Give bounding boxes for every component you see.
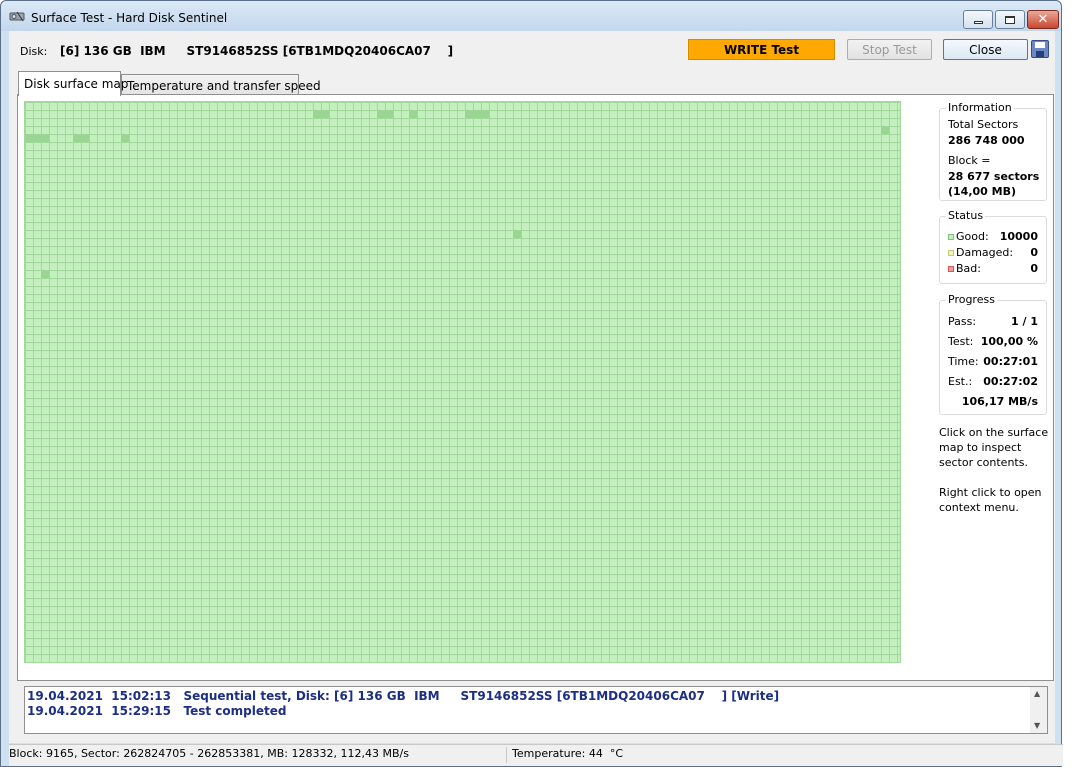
status-bad-row: Bad: 0 — [948, 262, 1038, 275]
total-sectors-label: Total Sectors — [948, 118, 1019, 131]
title-bar[interactable]: Surface Test - Hard Disk Sentinel ✕ — [1, 1, 1061, 31]
damaged-swatch-icon — [948, 250, 954, 256]
stop-test-button[interactable]: Stop Test — [847, 39, 932, 60]
status-legend: Status — [946, 209, 986, 222]
bad-value: 0 — [1030, 262, 1038, 275]
est-row: Est.: 00:27:02 — [948, 375, 1038, 388]
right-click-hint: Right click to open context menu. — [939, 486, 1042, 514]
test-label: Test: — [948, 335, 974, 348]
status-good-row: Good: 10000 — [948, 230, 1038, 243]
close-icon: ✕ — [1037, 12, 1049, 27]
client-area: Disk: [6] 136 GB IBM ST9146852SS [6TB1MD… — [9, 31, 1063, 766]
minimize-button[interactable] — [963, 10, 993, 29]
event-log[interactable]: 19.04.2021 15:02:13 Sequential test, Dis… — [24, 686, 1048, 734]
good-label: Good: — [956, 230, 989, 243]
pass-row: Pass: 1 / 1 — [948, 315, 1038, 328]
scroll-up-icon[interactable]: ▲ — [1034, 689, 1040, 698]
map-block — [25, 134, 49, 142]
disk-label: Disk: — [20, 45, 48, 58]
time-value: 00:27:01 — [983, 355, 1038, 368]
scroll-down-icon[interactable]: ▼ — [1034, 721, 1040, 730]
close-window-button[interactable]: ✕ — [1027, 10, 1059, 29]
bad-swatch-icon — [948, 266, 954, 272]
status-separator — [506, 747, 507, 763]
disk-surface-map[interactable] — [24, 101, 901, 663]
map-block — [41, 270, 49, 278]
app-disk-icon — [9, 11, 25, 22]
progress-box: Progress Pass: 1 / 1 Test: 100,00 % Time… — [939, 293, 1047, 415]
good-swatch-icon — [948, 234, 954, 240]
block-mb-value: (14,00 MB) — [948, 185, 1017, 198]
map-block — [377, 110, 393, 118]
status-damaged-row: Damaged: 0 — [948, 246, 1038, 259]
status-bar: Block: 9165, Sector: 262824705 - 2628533… — [9, 744, 1063, 766]
map-block — [73, 134, 89, 142]
window-title: Surface Test - Hard Disk Sentinel — [31, 11, 228, 25]
close-button[interactable]: Close — [943, 39, 1028, 60]
surface-click-hint: Click on the surface map to inspect sect… — [939, 426, 1049, 469]
map-block — [881, 126, 889, 134]
status-temperature: Temperature: 44 °C — [512, 747, 624, 760]
bad-label: Bad: — [956, 262, 981, 275]
tab-disk-surface-map[interactable]: Disk surface map — [18, 71, 128, 96]
damaged-label: Damaged: — [956, 246, 1014, 259]
progress-legend: Progress — [946, 293, 997, 306]
est-label: Est.: — [948, 375, 973, 388]
test-value: 100,00 % — [980, 335, 1038, 348]
information-legend: Information — [946, 101, 1014, 114]
map-block — [313, 110, 329, 118]
block-sectors-value: 28 677 sectors — [948, 170, 1040, 183]
time-label: Time: — [948, 355, 979, 368]
write-test-indicator: WRITE Test — [688, 39, 835, 60]
test-row: Test: 100,00 % — [948, 335, 1038, 348]
surface-test-window: Surface Test - Hard Disk Sentinel ✕ Disk… — [0, 0, 1063, 767]
map-block — [513, 230, 521, 238]
log-line: 19.04.2021 15:29:15 Test completed — [27, 704, 287, 718]
status-block-info: Block: 9165, Sector: 262824705 - 2628533… — [9, 747, 409, 760]
est-value: 00:27:02 — [983, 375, 1038, 388]
log-scrollbar[interactable]: ▲ ▼ — [1030, 687, 1047, 733]
good-value: 10000 — [999, 230, 1038, 243]
status-box: Status Good: 10000 Damaged: 0 Bad: 0 — [939, 209, 1047, 284]
tab-temperature-transfer-speed[interactable]: Temperature and transfer speed — [121, 74, 321, 96]
log-line: 19.04.2021 15:02:13 Sequential test, Dis… — [27, 689, 780, 703]
speed-row: 106,17 MB/s — [948, 395, 1038, 408]
speed-value: 106,17 MB/s — [961, 395, 1038, 408]
map-block — [121, 134, 129, 142]
pass-label: Pass: — [948, 315, 977, 328]
pass-value: 1 / 1 — [1011, 315, 1038, 328]
block-label: Block = — [948, 154, 991, 167]
minimize-icon — [973, 21, 983, 24]
time-row: Time: 00:27:01 — [948, 355, 1038, 368]
maximize-button[interactable] — [995, 10, 1025, 29]
map-block — [409, 110, 417, 118]
maximize-icon — [1005, 15, 1015, 24]
damaged-value: 0 — [1030, 246, 1038, 259]
map-block — [465, 110, 489, 118]
information-box: Information Total Sectors 286 748 000 Bl… — [939, 101, 1047, 201]
save-icon[interactable] — [1031, 40, 1049, 58]
disk-value: [6] 136 GB IBM ST9146852SS [6TB1MDQ20406… — [60, 44, 454, 58]
total-sectors-value: 286 748 000 — [948, 134, 1025, 147]
